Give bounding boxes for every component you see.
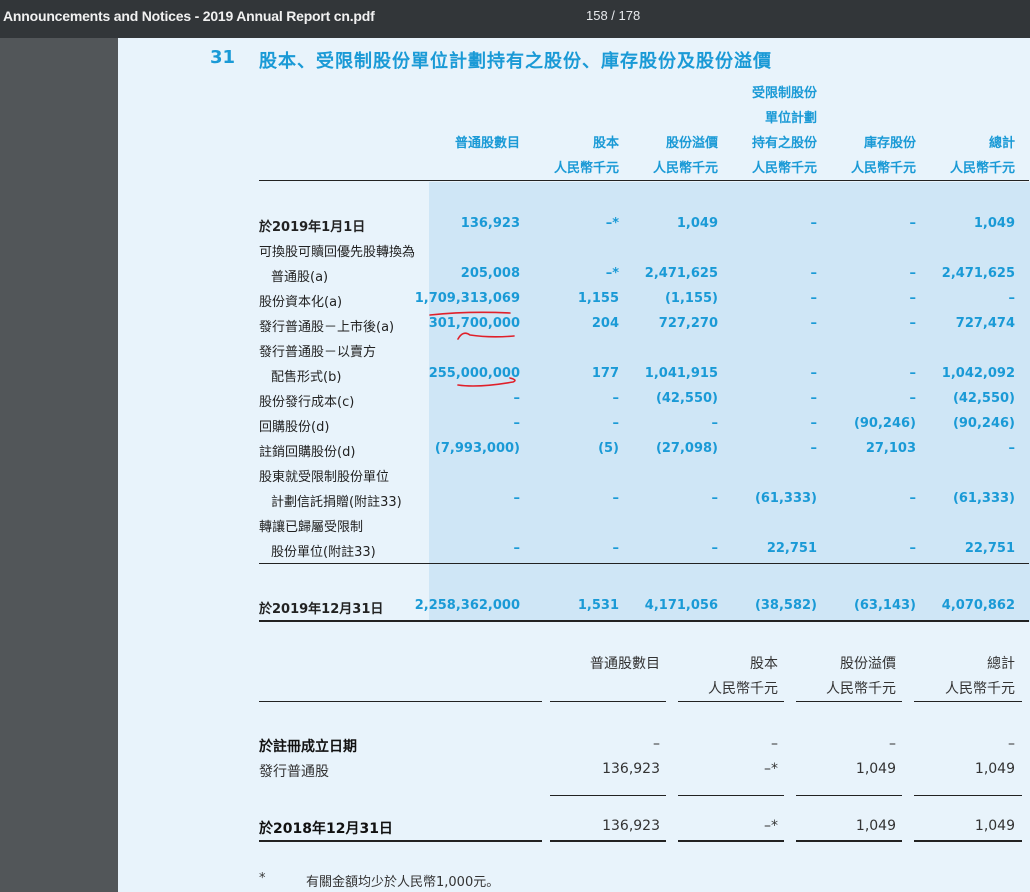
page-counter[interactable]: 158 / 178 [586, 8, 640, 23]
column-header: 庫存股份 [863, 136, 916, 151]
total-rule [259, 840, 542, 842]
total-rule [259, 620, 1029, 622]
row-label: 發行普通股 [259, 764, 329, 780]
row-label: 股份發行成本(c) [259, 395, 355, 410]
table-cell: – [653, 736, 660, 752]
total-cell: 4,070,862 [941, 598, 1015, 613]
total-rule [914, 840, 1022, 842]
header-rule [796, 701, 902, 702]
total-cell: 1,049 [855, 818, 896, 834]
column-header: 股本 [750, 656, 778, 672]
row-label: 配售形式(b) [271, 370, 342, 385]
row-label: 普通股(a) [271, 270, 329, 285]
section-number: 31 [210, 47, 236, 68]
table-cell: 1,049 [974, 761, 1015, 777]
table-cell: 727,474 [955, 316, 1015, 331]
viewer-gutter [0, 38, 118, 892]
total-cell: 1,049 [974, 818, 1015, 834]
section-title: 股本、受限制股份單位計劃持有之股份、庫存股份及股份溢價 [259, 51, 772, 72]
table-cell: 1,049 [855, 761, 896, 777]
column-header: 股本 [592, 136, 619, 151]
column-header: 人民幣千元 [708, 681, 778, 697]
header-rule [259, 180, 1029, 181]
row-label: 股東就受限制股份單位 [259, 470, 390, 485]
column-header: 持有之股份 [751, 136, 817, 151]
column-header: 人民幣千元 [850, 161, 916, 176]
row-label: 註銷回購股份(d) [259, 445, 356, 460]
total-label: 於2019年12月31日 [259, 602, 384, 617]
column-header: 人民幣千元 [945, 681, 1015, 697]
row-label: 於2019年1月1日 [259, 220, 366, 235]
total-cell: 136,923 [602, 818, 660, 834]
subtotal-rule [550, 795, 666, 796]
row-label: 計劃信託捐贈(附註33) [271, 495, 402, 510]
row-label: 發行普通股－以賣方 [259, 345, 377, 360]
column-header: 單位計劃 [764, 111, 817, 126]
column-header: 人民幣千元 [751, 161, 817, 176]
header-rule [914, 701, 1022, 702]
footnote-mark: * [259, 871, 266, 886]
total-cell: –* [764, 818, 778, 834]
column-header: 受限制股份 [751, 86, 817, 101]
table-cell: 22,751 [964, 541, 1015, 556]
table-cell: –* [764, 761, 778, 777]
subtotal-rule [796, 795, 902, 796]
footnote-text: 有關金額均少於人民幣1,000元。 [306, 875, 500, 890]
table-cell: (61,333) [952, 491, 1015, 506]
pdf-page: 31 股本、受限制股份單位計劃持有之股份、庫存股份及股份溢價 普通股數目 股本 人民… [118, 38, 1030, 892]
row-label: 可換股可贖回優先股轉換為 [259, 245, 416, 260]
total-rule [678, 840, 784, 842]
column-header: 人民幣千元 [652, 161, 718, 176]
header-rule [259, 701, 542, 702]
column-header: 人民幣千元 [826, 681, 896, 697]
table-cell: 1,042,092 [941, 366, 1015, 381]
column-header: 人民幣千元 [553, 161, 619, 176]
row-label: 股份單位(附註33) [271, 545, 376, 560]
total-rule [550, 840, 666, 842]
subtotal-rule [259, 563, 1029, 564]
column-header: 普通股數目 [590, 656, 660, 672]
table-cell: – [889, 736, 896, 752]
row-label: 轉讓已歸屬受限制 [259, 520, 364, 535]
column-header: 股份溢價 [665, 136, 718, 151]
pdf-viewer-toolbar: Announcements and Notices - 2019 Annual … [0, 0, 1030, 38]
document-title: Announcements and Notices - 2019 Annual … [3, 8, 375, 24]
row-label: 於註冊成立日期 [259, 739, 357, 755]
total-label: 於2018年12月31日 [259, 821, 393, 837]
header-rule [678, 701, 784, 702]
subtotal-rule [914, 795, 1022, 796]
table-cell: – [1008, 736, 1015, 752]
column-header: 股份溢價 [840, 656, 896, 672]
table-cell: (42,550) [952, 391, 1015, 406]
subtotal-rule [678, 795, 784, 796]
column-header: 總計 [987, 656, 1015, 672]
table-cell: (90,246) [952, 416, 1015, 431]
table-cell: 2,471,625 [941, 266, 1015, 281]
row-label: 發行普通股－上市後(a) [259, 320, 395, 335]
column-header: 普通股數目 [454, 136, 520, 151]
row-label: 股份資本化(a) [259, 295, 343, 310]
table-cell: 1,049 [973, 216, 1015, 231]
header-rule [550, 701, 666, 702]
row-label: 回購股份(d) [259, 420, 330, 435]
total-rule [796, 840, 902, 842]
column-header: 總計 [988, 136, 1015, 151]
table-cell: 136,923 [602, 761, 660, 777]
table-cell: – [1008, 291, 1016, 306]
column-header: 人民幣千元 [949, 161, 1015, 176]
table-cell: – [1008, 441, 1016, 456]
table-cell: – [771, 736, 778, 752]
